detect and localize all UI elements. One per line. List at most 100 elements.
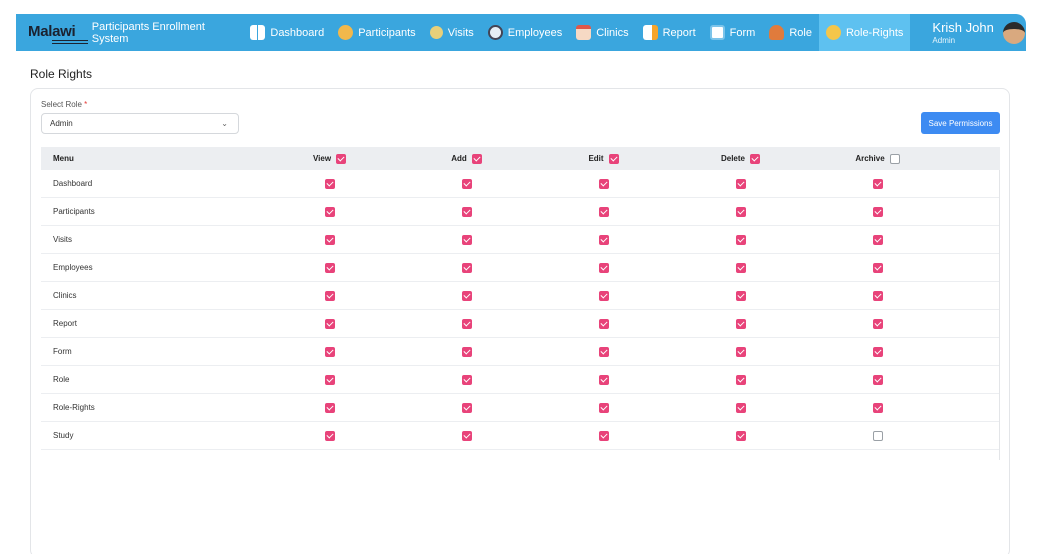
delete-checkbox[interactable] (735, 402, 746, 413)
cell-view (261, 346, 398, 357)
save-permissions-button[interactable]: Save Permissions (921, 112, 1000, 134)
cell-delete (672, 402, 809, 413)
row-menu-name: Participants (53, 207, 95, 216)
table-scrollbar[interactable] (999, 170, 1000, 460)
logo-underline (52, 40, 88, 44)
nav-item-dashboard[interactable]: Dashboard (243, 14, 331, 51)
add-checkbox[interactable] (461, 234, 472, 245)
cell-delete (672, 374, 809, 385)
archive-checkbox[interactable] (872, 262, 883, 273)
view-checkbox[interactable] (324, 318, 335, 329)
edit-checkbox[interactable] (598, 346, 609, 357)
column-label: Archive (855, 154, 885, 163)
form-icon (709, 25, 725, 40)
edit-checkbox[interactable] (598, 206, 609, 217)
nav-item-form[interactable]: Form (703, 14, 763, 51)
archive-checkbox[interactable] (872, 290, 883, 301)
cell-add (398, 402, 535, 413)
view-checkbox[interactable] (324, 402, 335, 413)
delete-checkbox[interactable] (735, 346, 746, 357)
view-checkbox[interactable] (324, 374, 335, 385)
nav-label: Clinics (596, 26, 629, 39)
edit-checkbox[interactable] (598, 234, 609, 245)
nav-item-participants[interactable]: Participants (331, 14, 422, 51)
cell-edit (535, 178, 672, 189)
view-checkbox[interactable] (324, 206, 335, 217)
add-checkbox[interactable] (461, 178, 472, 189)
cell-archive (809, 206, 946, 217)
avatar[interactable] (1003, 22, 1026, 44)
archive-checkbox[interactable] (872, 430, 883, 441)
user-menu[interactable]: Krish John Admin (932, 14, 1026, 51)
add-checkbox[interactable] (461, 206, 472, 217)
add-checkbox[interactable] (461, 346, 472, 357)
cell-view (261, 402, 398, 413)
archive-checkbox[interactable] (872, 178, 883, 189)
view-checkbox[interactable] (324, 262, 335, 273)
delete-checkbox[interactable] (735, 290, 746, 301)
select-all-edit-checkbox[interactable] (608, 153, 619, 164)
delete-checkbox[interactable] (735, 178, 746, 189)
logo[interactable]: Malawi (16, 14, 90, 51)
edit-checkbox[interactable] (598, 402, 609, 413)
column-header-menu: Menu (53, 154, 74, 163)
select-all-delete-checkbox[interactable] (750, 153, 760, 164)
add-checkbox[interactable] (461, 402, 472, 413)
view-checkbox[interactable] (324, 430, 335, 441)
add-checkbox[interactable] (461, 374, 472, 385)
archive-checkbox[interactable] (872, 234, 883, 245)
add-checkbox[interactable] (461, 262, 472, 273)
edit-checkbox[interactable] (598, 318, 609, 329)
delete-checkbox[interactable] (735, 430, 746, 441)
view-checkbox[interactable] (324, 178, 335, 189)
chevron-down-icon: ⌄ (221, 119, 228, 128)
select-all-view-checkbox[interactable] (336, 153, 347, 164)
clinics-icon (576, 25, 592, 40)
view-checkbox[interactable] (324, 234, 335, 245)
row-menu-name: Role (53, 375, 70, 384)
cell-edit (535, 430, 672, 441)
archive-checkbox[interactable] (872, 206, 883, 217)
cell-edit (535, 402, 672, 413)
add-checkbox[interactable] (461, 318, 472, 329)
archive-checkbox[interactable] (872, 346, 883, 357)
employees-icon (487, 25, 503, 40)
add-checkbox[interactable] (461, 290, 472, 301)
page-title: Role Rights (30, 67, 93, 81)
add-checkbox[interactable] (461, 430, 472, 441)
nav-item-employees[interactable]: Employees (481, 14, 569, 51)
delete-checkbox[interactable] (735, 374, 746, 385)
delete-checkbox[interactable] (735, 234, 746, 245)
table-header: Menu View Add Edit Delete Archive (41, 147, 1000, 170)
nav-item-visits[interactable]: Visits (423, 14, 481, 51)
edit-checkbox[interactable] (598, 374, 609, 385)
edit-checkbox[interactable] (598, 290, 609, 301)
edit-checkbox[interactable] (598, 178, 609, 189)
cell-archive (809, 234, 946, 245)
archive-checkbox[interactable] (872, 402, 883, 413)
archive-checkbox[interactable] (872, 318, 883, 329)
delete-checkbox[interactable] (735, 318, 746, 329)
view-checkbox[interactable] (324, 290, 335, 301)
edit-checkbox[interactable] (598, 430, 609, 441)
select-all-add-checkbox[interactable] (471, 153, 482, 164)
delete-checkbox[interactable] (735, 262, 746, 273)
nav-item-role[interactable]: Role (762, 14, 819, 51)
edit-checkbox[interactable] (598, 262, 609, 273)
column-label: View (312, 154, 332, 163)
delete-checkbox[interactable] (735, 206, 746, 217)
archive-checkbox[interactable] (872, 374, 883, 385)
permissions-table: Menu View Add Edit Delete Archive Dashbo… (41, 147, 1000, 450)
nav-item-report[interactable]: Report (636, 14, 703, 51)
select-all-archive-checkbox[interactable] (889, 153, 900, 164)
user-role: Admin (932, 36, 956, 45)
nav-item-clinics[interactable]: Clinics (569, 14, 635, 51)
cell-edit (535, 346, 672, 357)
column-header-delete: Delete (672, 153, 809, 164)
view-checkbox[interactable] (324, 346, 335, 357)
role-rights-card: Select Role * Admin ⌄ Save Permissions M… (30, 88, 1010, 554)
nav-item-role-rights[interactable]: Role-Rights (818, 14, 911, 51)
select-role-dropdown[interactable]: Admin ⌄ (41, 113, 239, 134)
cell-add (398, 318, 535, 329)
table-row: Role-Rights (41, 394, 1000, 422)
